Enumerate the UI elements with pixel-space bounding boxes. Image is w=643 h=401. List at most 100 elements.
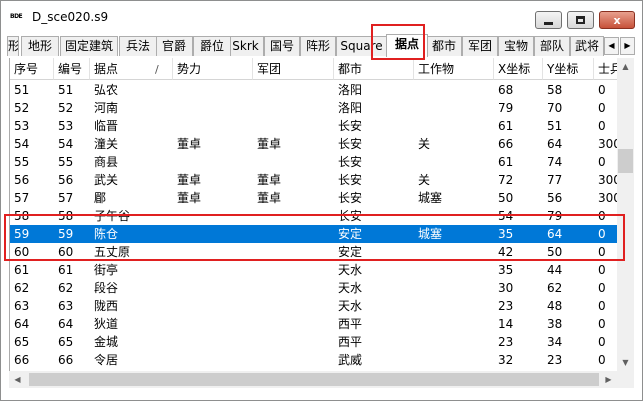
table-cell[interactable]: 0 <box>594 333 617 351</box>
tab-5[interactable]: 爵位 <box>193 36 231 56</box>
table-cell[interactable]: 35 <box>494 225 543 243</box>
tab-10[interactable]: 据点 <box>386 34 428 57</box>
table-cell[interactable]: 56 <box>10 171 54 189</box>
table-cell[interactable]: 61 <box>494 153 543 171</box>
tab-12[interactable]: 军团 <box>462 36 498 56</box>
table-cell[interactable]: 长安 <box>334 207 414 225</box>
table-cell[interactable] <box>253 207 334 225</box>
table-cell[interactable]: 32 <box>494 351 543 369</box>
table-cell[interactable]: 62 <box>10 279 54 297</box>
table-cell[interactable]: 金城 <box>90 333 173 351</box>
table-cell[interactable]: 23 <box>494 297 543 315</box>
table-cell[interactable]: 董卓 <box>253 135 334 153</box>
table-cell[interactable]: 74 <box>543 153 594 171</box>
table-cell[interactable]: 38 <box>543 315 594 333</box>
table-row[interactable]: 63 63 陇西 天水 23 48 0 <box>10 297 617 315</box>
tab-8[interactable]: 阵形 <box>300 36 336 56</box>
table-cell[interactable]: 弘农 <box>90 81 173 99</box>
scroll-up-icon[interactable]: ▲ <box>617 58 634 75</box>
table-cell[interactable]: 55 <box>54 153 90 171</box>
table-cell[interactable] <box>414 153 494 171</box>
table-row[interactable]: 58 58 子午谷 长安 54 79 0 <box>10 207 617 225</box>
table-cell[interactable]: 狄道 <box>90 315 173 333</box>
table-cell[interactable]: 60 <box>10 243 54 261</box>
table-cell[interactable] <box>253 153 334 171</box>
table-cell[interactable]: 3000 <box>594 135 617 153</box>
table-cell[interactable]: 23 <box>543 351 594 369</box>
table-cell[interactable] <box>253 81 334 99</box>
table-row[interactable]: 5656武关董卓董卓长安关72773000 <box>10 171 617 189</box>
table-row[interactable]: 64 64 狄道 西平 14 38 0 <box>10 315 617 333</box>
table-cell[interactable]: 0 <box>594 261 617 279</box>
table-cell[interactable]: 令居 <box>90 351 173 369</box>
table-cell[interactable] <box>414 99 494 117</box>
table-cell[interactable]: 董卓 <box>173 135 253 153</box>
tab-3[interactable]: 兵法 <box>119 36 157 56</box>
table-cell[interactable]: 长安 <box>334 117 414 135</box>
table-cell[interactable]: 79 <box>543 207 594 225</box>
table-cell[interactable]: 关 <box>414 171 494 189</box>
table-cell[interactable] <box>414 117 494 135</box>
column-header[interactable]: 据点 <box>90 58 173 80</box>
table-cell[interactable] <box>173 153 253 171</box>
table-cell[interactable]: 0 <box>594 153 617 171</box>
table-cell[interactable] <box>173 261 253 279</box>
table-cell[interactable]: 安定 <box>334 243 414 261</box>
tab-9[interactable]: Square <box>336 36 387 56</box>
table-cell[interactable]: 关 <box>414 135 494 153</box>
column-header[interactable]: 都市 <box>334 58 414 80</box>
table-cell[interactable] <box>253 261 334 279</box>
table-cell[interactable]: 62 <box>543 279 594 297</box>
table-row-selected[interactable]: 59 59 陈仓 安定 城塞 35 64 0 <box>10 225 617 243</box>
table-cell[interactable] <box>173 99 253 117</box>
table-cell[interactable]: 55 <box>10 153 54 171</box>
minimize-button[interactable] <box>535 11 562 29</box>
scroll-down-icon[interactable]: ▼ <box>617 354 634 371</box>
table-cell[interactable] <box>173 225 253 243</box>
table-row[interactable]: 60 60 五丈原 安定 42 50 0 <box>10 243 617 261</box>
table-cell[interactable]: 57 <box>54 189 90 207</box>
table-cell[interactable] <box>173 297 253 315</box>
table-cell[interactable] <box>414 243 494 261</box>
horizontal-scrollbar[interactable]: ◀ ▶ <box>9 371 617 388</box>
table-cell[interactable] <box>253 351 334 369</box>
table-cell[interactable]: 68 <box>494 81 543 99</box>
table-cell[interactable] <box>253 297 334 315</box>
column-header[interactable]: 编号 <box>54 58 90 80</box>
table-cell[interactable]: 武关 <box>90 171 173 189</box>
table-cell[interactable] <box>414 297 494 315</box>
table-cell[interactable]: 61 <box>10 261 54 279</box>
table-cell[interactable]: 53 <box>10 117 54 135</box>
table-cell[interactable]: 52 <box>54 99 90 117</box>
table-cell[interactable]: 街亭 <box>90 261 173 279</box>
table-row[interactable]: 65 65 金城 西平 23 34 0 <box>10 333 617 351</box>
table-cell[interactable]: 天水 <box>334 279 414 297</box>
vertical-scrollbar[interactable]: ▲ ▼ <box>617 58 634 371</box>
table-cell[interactable]: 77 <box>543 171 594 189</box>
table-cell[interactable] <box>253 333 334 351</box>
table-cell[interactable]: 42 <box>494 243 543 261</box>
table-cell[interactable]: 70 <box>543 99 594 117</box>
table-cell[interactable]: 72 <box>494 171 543 189</box>
table-cell[interactable]: 西平 <box>334 333 414 351</box>
table-cell[interactable]: 董卓 <box>253 171 334 189</box>
table-cell[interactable]: 0 <box>594 207 617 225</box>
table-cell[interactable]: 3000 <box>594 171 617 189</box>
table-cell[interactable] <box>253 225 334 243</box>
table-cell[interactable]: 48 <box>543 297 594 315</box>
table-cell[interactable]: 54 <box>10 135 54 153</box>
table-cell[interactable] <box>173 243 253 261</box>
table-cell[interactable]: 长安 <box>334 153 414 171</box>
table-cell[interactable] <box>414 315 494 333</box>
table-cell[interactable]: 0 <box>594 315 617 333</box>
table-cell[interactable]: 潼关 <box>90 135 173 153</box>
column-header[interactable]: X坐标 <box>494 58 543 80</box>
table-cell[interactable]: 商县 <box>90 153 173 171</box>
table-cell[interactable]: 58 <box>54 207 90 225</box>
table-cell[interactable]: 洛阳 <box>334 99 414 117</box>
table-cell[interactable]: 66 <box>494 135 543 153</box>
table-cell[interactable] <box>414 351 494 369</box>
tab-0[interactable]: 形 <box>7 36 19 56</box>
table-cell[interactable]: 58 <box>543 81 594 99</box>
table-cell[interactable]: 61 <box>54 261 90 279</box>
